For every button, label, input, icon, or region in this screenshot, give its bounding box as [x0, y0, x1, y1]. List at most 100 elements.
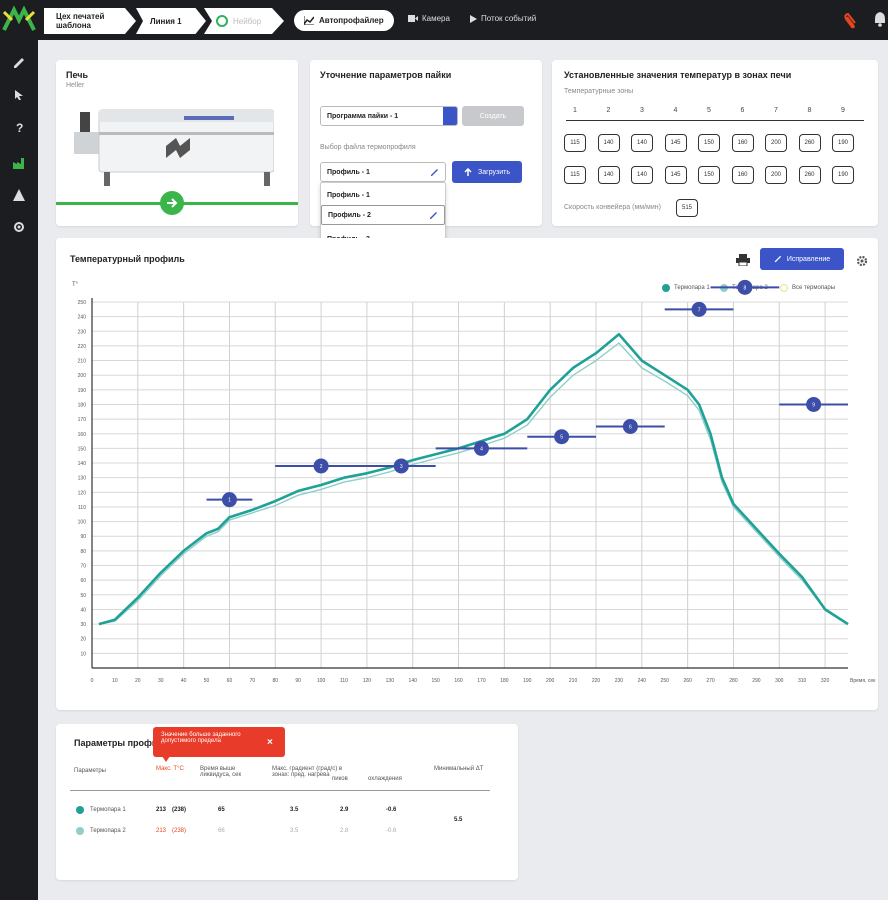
row-max: 213 — [156, 828, 167, 834]
zone-number: 9 — [841, 107, 845, 114]
y-tick-label: 20 — [80, 637, 86, 643]
zone-temp-field[interactable]: 200 — [765, 134, 787, 152]
x-tick-label: 80 — [272, 678, 278, 684]
zone-temp-field[interactable]: 150 — [698, 134, 720, 152]
x-tick-label: 170 — [477, 678, 486, 684]
x-tick-label: 90 — [295, 678, 301, 684]
x-tick-label: 200 — [546, 678, 555, 684]
dropdown-item-selected[interactable]: Профиль - 2 — [321, 205, 445, 225]
x-tick-label: 50 — [204, 678, 210, 684]
header-min-dt: Минимальный ΔT — [434, 766, 484, 772]
pen-icon[interactable] — [0, 50, 38, 76]
conveyor-label: Скорость конвейера (мм/мин) — [564, 204, 661, 211]
solder-title: Уточнение параметров пайки — [320, 70, 452, 80]
help-icon[interactable]: ? — [0, 114, 38, 140]
zone-temps-title: Установленные значения температур в зона… — [564, 70, 792, 80]
zone-temp-field[interactable]: 160 — [731, 134, 754, 152]
cursor-icon[interactable] — [0, 82, 38, 108]
zones-label: Температурные зоны — [564, 88, 634, 95]
settings-icon[interactable] — [0, 214, 38, 240]
zone-number: 4 — [673, 107, 678, 114]
zone-temp-field[interactable]: 140 — [597, 166, 620, 184]
x-tick-label: 180 — [500, 678, 509, 684]
setpoint-label: 9 — [812, 402, 815, 408]
row-max-extra: (238) — [172, 807, 187, 813]
zone-temp-field[interactable]: 140 — [631, 166, 653, 184]
zone-temps-card: Установленные значения температур в зона… — [552, 60, 878, 226]
breadcrumb-line[interactable]: Линия 1 — [136, 8, 206, 34]
profile-select[interactable]: Профиль - 1 — [320, 162, 446, 182]
close-icon[interactable]: × — [267, 737, 273, 748]
sidebar: ? — [0, 0, 38, 900]
y-tick-label: 110 — [78, 505, 86, 511]
y-tick-label: 150 — [78, 446, 87, 452]
program-select[interactable]: Программа пайки - 1 — [320, 106, 458, 126]
x-tick-label: 20 — [135, 678, 141, 684]
header-cooling: охлаждения — [368, 776, 402, 782]
tab-autoprofiler[interactable]: Автопрофайлер — [294, 10, 394, 31]
x-tick-label: 220 — [592, 678, 601, 684]
x-tick-label: 240 — [638, 678, 647, 684]
zone-number: 2 — [606, 107, 611, 114]
warning-icon[interactable] — [0, 182, 38, 208]
y-tick-label: 200 — [78, 373, 87, 379]
x-tick-label: 210 — [569, 678, 578, 684]
pen-icon — [431, 169, 438, 176]
x-tick-label: 0 — [91, 678, 94, 684]
series-line-2 — [98, 342, 849, 625]
zone-temp-field[interactable]: 260 — [798, 134, 821, 152]
chevron-down-icon — [443, 107, 457, 125]
x-tick-label: 280 — [729, 678, 738, 684]
divider — [566, 120, 864, 121]
zone-temp-field[interactable]: 260 — [798, 166, 821, 184]
y-tick-label: 140 — [78, 461, 87, 467]
tab-events[interactable]: Поток событий — [470, 14, 536, 23]
limit-tooltip: Значение больше заданного допустимого пр… — [153, 727, 285, 757]
row-time: 65 — [218, 807, 225, 813]
zone-temp-field[interactable]: 160 — [731, 166, 754, 184]
zone-temp-field[interactable]: 190 — [832, 134, 854, 152]
tab-autoprofiler-label: Автопрофайлер — [319, 16, 384, 25]
zone-temp-field[interactable]: 140 — [631, 134, 653, 152]
divider — [70, 790, 490, 791]
profile-params-card: Параметры профиля Параметры Макс. T°С Вр… — [56, 724, 518, 880]
bell-icon[interactable] — [874, 11, 886, 32]
setpoint-label: 2 — [320, 464, 323, 470]
zone-number: 5 — [707, 107, 711, 114]
tab-camera-label: Камера — [422, 14, 450, 23]
dropdown-item[interactable]: Профиль - 1 — [321, 185, 445, 205]
row-max-extra: (238) — [172, 828, 187, 834]
zone-temp-field[interactable]: 145 — [664, 134, 687, 152]
row-g2: 2.8 — [340, 828, 349, 834]
zone-temp-field[interactable]: 115 — [564, 166, 586, 184]
breadcrumb-neighbor[interactable]: Нейбор — [204, 8, 284, 34]
paperclip-icon[interactable] — [844, 11, 858, 34]
factory-icon[interactable] — [0, 150, 38, 176]
zone-temp-field[interactable]: 190 — [832, 166, 854, 184]
zone-temp-field[interactable]: 140 — [597, 134, 620, 152]
program-select-value: Программа пайки - 1 — [327, 112, 399, 120]
load-button[interactable]: Загрузить — [452, 161, 522, 183]
x-tick-label: 120 — [363, 678, 372, 684]
oven-title: Печь — [66, 70, 89, 80]
svg-text:?: ? — [16, 121, 23, 134]
create-button[interactable]: Создать — [462, 106, 524, 126]
row-g1: 3.5 — [290, 828, 299, 834]
y-tick-label: 40 — [80, 607, 86, 613]
temperature-chart[interactable]: 1020304050607080901001101201301401501601… — [56, 238, 878, 710]
breadcrumb-shop[interactable]: Цех печатей шаблона — [44, 8, 136, 34]
row-g1: 3.5 — [290, 807, 299, 813]
conveyor-speed-field[interactable]: 515 — [676, 199, 698, 217]
zone-temp-field[interactable]: 200 — [765, 166, 787, 184]
zone-temp-field[interactable]: 150 — [698, 166, 720, 184]
x-tick-label: 230 — [615, 678, 624, 684]
oven-next-button[interactable] — [160, 191, 184, 215]
zone-temp-field[interactable]: 145 — [664, 166, 687, 184]
x-tick-label: 320 — [821, 678, 830, 684]
x-tick-label: 60 — [227, 678, 233, 684]
zone-temp-field[interactable]: 115 — [564, 134, 586, 152]
profile-label: Выбор файла термопрофиля — [320, 144, 416, 151]
dropdown-item-selected-label: Профиль - 2 — [328, 211, 371, 219]
tab-camera[interactable]: Камера — [408, 14, 450, 23]
setpoint-label: 1 — [228, 498, 231, 504]
